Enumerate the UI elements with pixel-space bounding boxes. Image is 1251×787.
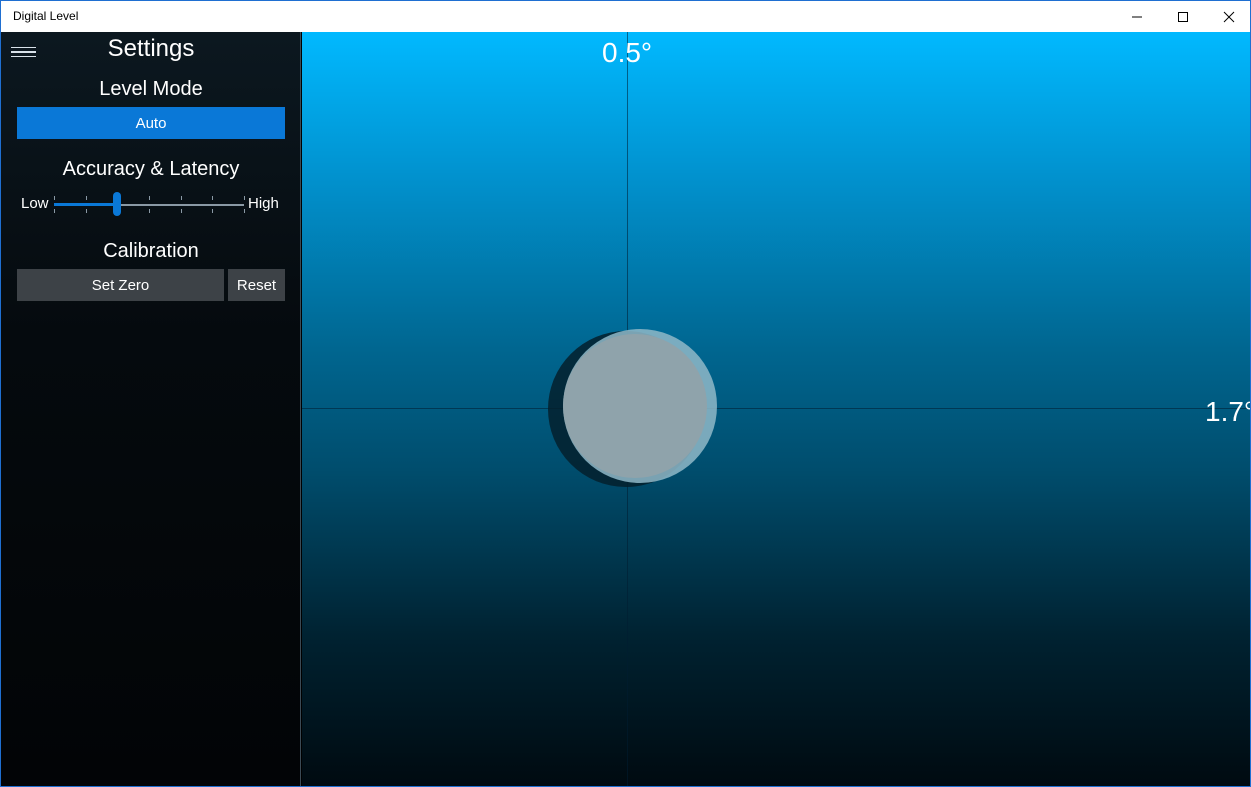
slider-tick <box>86 209 87 213</box>
slider-thumb[interactable] <box>112 192 121 216</box>
app-window: Digital Level Settings Level Mode Auto A… <box>0 0 1251 787</box>
window-title: Digital Level <box>13 9 79 23</box>
slider-low-label: Low <box>21 195 49 212</box>
minimize-button[interactable] <box>1114 1 1160 32</box>
slider-tick <box>244 196 245 200</box>
slider-tick <box>149 209 150 213</box>
slider-fill <box>54 203 117 206</box>
maximize-icon <box>1178 11 1188 22</box>
horizontal-angle-readout: 1.7° <box>1205 396 1251 427</box>
level-bubble <box>548 329 717 487</box>
level-mode-button[interactable]: Auto <box>17 107 285 139</box>
slider-tick <box>181 196 182 200</box>
maximize-button[interactable] <box>1160 1 1206 32</box>
slider-tick <box>181 209 182 213</box>
bubble-core <box>563 334 707 478</box>
level-view: 0.5° 1.7° <box>302 32 1251 786</box>
slider-tick <box>244 209 245 213</box>
title-bar[interactable]: Digital Level <box>1 0 1250 32</box>
calibration-label: Calibration <box>103 240 199 262</box>
slider-high-label: High <box>248 195 279 212</box>
vertical-angle-readout: 0.5° <box>602 37 653 68</box>
slider-tick <box>54 209 55 213</box>
settings-title: Settings <box>107 35 195 62</box>
slider-tick <box>212 209 213 213</box>
slider-tick <box>212 196 213 200</box>
reset-button[interactable]: Reset <box>228 269 285 301</box>
level-mode-label: Level Mode <box>99 78 203 100</box>
settings-sidebar: Settings Level Mode Auto Accuracy & Late… <box>1 32 301 786</box>
close-button[interactable] <box>1206 1 1250 32</box>
accuracy-slider[interactable]: Low High <box>1 192 301 216</box>
slider-tick <box>149 196 150 200</box>
accuracy-latency-label: Accuracy & Latency <box>62 158 240 180</box>
slider-tick <box>86 196 87 200</box>
close-icon <box>1223 11 1235 22</box>
set-zero-button[interactable]: Set Zero <box>17 269 224 301</box>
minimize-icon <box>1132 16 1142 17</box>
slider-tick <box>54 196 55 200</box>
